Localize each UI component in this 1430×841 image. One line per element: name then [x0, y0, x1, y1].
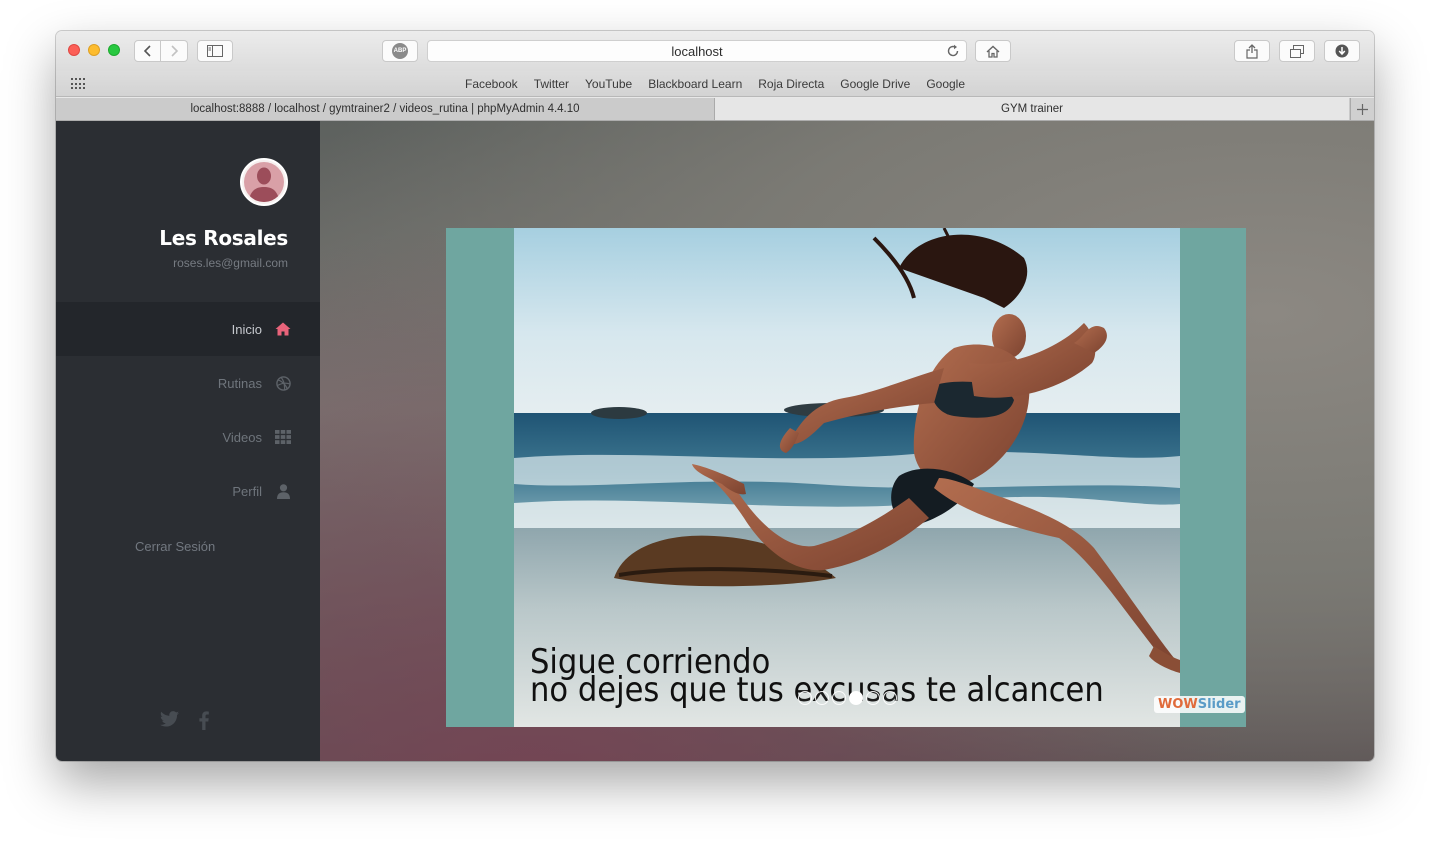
slider-bullets: [798, 691, 897, 705]
home-button[interactable]: [975, 40, 1011, 62]
user-name: Les Rosales: [159, 226, 288, 250]
favorite-link[interactable]: YouTube: [585, 77, 632, 91]
sidebar-toggle-button[interactable]: [197, 40, 233, 62]
sidebar-item-label: Inicio: [231, 321, 262, 337]
favorite-link[interactable]: Roja Directa: [758, 77, 824, 91]
image-slider[interactable]: Sigue corriendo no dejes que tus excusas…: [446, 228, 1246, 727]
avatar-image: [244, 162, 284, 202]
avatar[interactable]: [240, 158, 288, 206]
sidebar-item-label: Perfil: [232, 483, 262, 499]
downloads-button[interactable]: [1324, 40, 1360, 62]
user-icon: [274, 482, 292, 500]
user-email: roses.les@gmail.com: [173, 256, 288, 270]
sidebar-item-label: Rutinas: [217, 375, 262, 391]
favorite-link[interactable]: Facebook: [465, 77, 518, 91]
logout-link[interactable]: Cerrar Sesión: [135, 539, 215, 554]
favorite-link[interactable]: Twitter: [534, 77, 569, 91]
badge-part-2: Slider: [1197, 697, 1241, 712]
adblock-icon: ABP: [392, 43, 408, 59]
badge-part-1: WOW: [1158, 697, 1198, 712]
favorite-link[interactable]: Google Drive: [840, 77, 910, 91]
slider-bullet[interactable]: [883, 691, 897, 705]
slider-bullet[interactable]: [866, 691, 880, 705]
sidebar-item-perfil[interactable]: Perfil: [56, 464, 320, 518]
slider-bullet[interactable]: [832, 691, 846, 705]
new-tab-button[interactable]: [1350, 98, 1374, 120]
tab-gym-trainer[interactable]: GYM trainer: [715, 98, 1349, 120]
tab-bar: localhost:8888 / localhost / gymtrainer2…: [56, 98, 1374, 121]
sidebar-item-label: Videos: [222, 429, 262, 445]
social-links: [160, 711, 209, 730]
tab-title: localhost:8888 / localhost / gymtrainer2…: [190, 103, 580, 115]
home-icon: [274, 320, 292, 338]
plus-icon: [1357, 103, 1368, 115]
forward-button[interactable]: [161, 40, 188, 62]
browser-toolbar: ABP localhost: [56, 31, 1374, 71]
slider-bullet[interactable]: [798, 691, 812, 705]
share-icon: [1246, 43, 1258, 59]
adblock-button[interactable]: ABP: [382, 40, 418, 62]
tab-phpmyadmin[interactable]: localhost:8888 / localhost / gymtrainer2…: [56, 98, 715, 120]
user-silhouette-icon: [248, 167, 280, 202]
main-content: Sigue corriendo no dejes que tus excusas…: [320, 121, 1374, 761]
slider-bullet-active[interactable]: [849, 691, 863, 705]
minimize-window-button[interactable]: [88, 44, 100, 56]
home-outline-icon: [986, 45, 1000, 58]
sidebar-item-rutinas[interactable]: Rutinas: [56, 356, 320, 410]
favorites-links: Facebook Twitter YouTube Blackboard Lear…: [56, 77, 1374, 91]
tab-title: GYM trainer: [1001, 103, 1063, 115]
grid-icon: [274, 428, 292, 446]
twitter-icon[interactable]: [160, 711, 179, 727]
reload-icon[interactable]: [946, 44, 960, 58]
sidebar-icon: [207, 45, 223, 57]
sidebar-item-videos[interactable]: Videos: [56, 410, 320, 464]
chevron-left-icon: [143, 45, 151, 57]
share-button[interactable]: [1234, 40, 1270, 62]
dribbble-icon: [274, 374, 292, 392]
favorite-link[interactable]: Google: [926, 77, 965, 91]
favorite-link[interactable]: Blackboard Learn: [648, 77, 742, 91]
address-bar[interactable]: localhost: [427, 40, 967, 62]
download-icon: [1335, 44, 1349, 58]
zoom-window-button[interactable]: [108, 44, 120, 56]
history-nav: [134, 40, 188, 62]
browser-window: ABP localhost Facebook Twitter YouTube B…: [56, 31, 1374, 761]
tabs-icon: [1290, 44, 1304, 58]
slider-bullet[interactable]: [815, 691, 829, 705]
sidebar: Les Rosales roses.les@gmail.com Inicio R…: [56, 121, 320, 761]
back-button[interactable]: [134, 40, 161, 62]
close-window-button[interactable]: [68, 44, 80, 56]
web-page: Les Rosales roses.les@gmail.com Inicio R…: [56, 121, 1374, 761]
wowslider-badge[interactable]: WOWSlider: [1154, 696, 1245, 713]
facebook-icon[interactable]: [199, 711, 209, 730]
favorites-bar: Facebook Twitter YouTube Blackboard Lear…: [56, 71, 1374, 97]
window-controls: [68, 44, 120, 56]
chevron-right-icon: [171, 45, 179, 57]
tabs-overview-button[interactable]: [1279, 40, 1315, 62]
sidebar-item-inicio[interactable]: Inicio: [56, 302, 320, 356]
address-text: localhost: [671, 43, 723, 59]
